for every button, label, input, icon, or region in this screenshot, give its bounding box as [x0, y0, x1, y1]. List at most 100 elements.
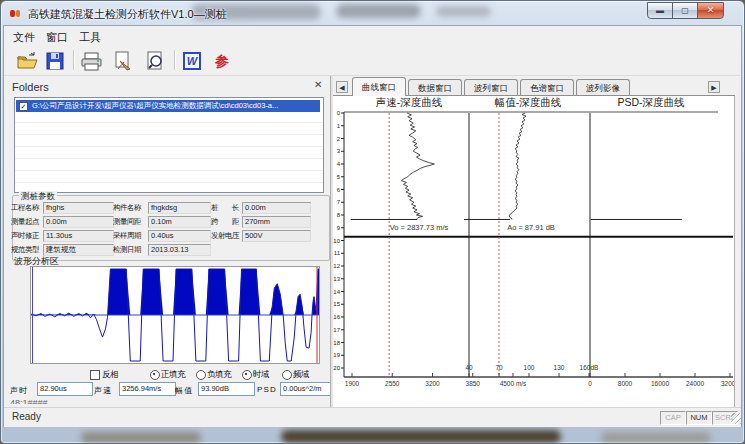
word-report-button[interactable]: W [180, 49, 204, 73]
param-value: 0.00m [43, 216, 114, 228]
time-domain-radio[interactable] [242, 370, 252, 380]
svg-text:16: 16 [333, 314, 340, 320]
save-button[interactable] [43, 49, 67, 73]
fill-negative-radio[interactable] [196, 370, 206, 380]
svg-text:2: 2 [337, 136, 341, 142]
svg-text:7: 7 [337, 199, 341, 205]
toolbar: W 参 [4, 46, 740, 76]
export-button[interactable] [110, 49, 136, 73]
svg-text:幅值-深度曲线: 幅值-深度曲线 [495, 96, 562, 108]
svg-text:100: 100 [524, 364, 535, 371]
status-cap: CAP [660, 411, 686, 425]
svg-text:11: 11 [334, 250, 341, 256]
tab-scroll-right[interactable]: ▶ [708, 81, 720, 93]
folder-item-checkbox[interactable]: ✓ [19, 102, 28, 111]
print-button[interactable] [79, 49, 105, 73]
svg-text:10: 10 [333, 238, 340, 244]
svg-text:40: 40 [465, 364, 473, 371]
glass-blur-artifact [81, 432, 201, 443]
param-label: 测量起点 [11, 217, 39, 227]
svg-text:2550: 2550 [385, 380, 400, 387]
fill-positive-radio[interactable] [150, 370, 160, 380]
menu-0[interactable]: 文件 [13, 30, 35, 45]
tab-3[interactable]: 色谱窗口 [520, 79, 574, 95]
minimize-button[interactable]: ▬ [647, 2, 673, 19]
menu-bar: 文件窗口工具 [4, 26, 740, 46]
wave-value-label: 声 时 [10, 385, 27, 396]
svg-text:4500 m/s: 4500 m/s [500, 380, 527, 387]
menu-1[interactable]: 窗口 [46, 30, 68, 45]
svg-text:PSD-深度曲线: PSD-深度曲线 [617, 96, 685, 108]
svg-text:17: 17 [333, 327, 340, 333]
freq-domain-label: 频域 [293, 369, 309, 381]
svg-text:Vo = 2837.73 m/s: Vo = 2837.73 m/s [390, 223, 449, 232]
wave-value-field[interactable]: 93.90dB [198, 382, 255, 396]
maximize-icon: ▢ [673, 3, 697, 18]
svg-text:0: 0 [588, 380, 592, 387]
invert-label: 反相 [102, 369, 118, 381]
wave-value-label: 声 速 [94, 385, 111, 396]
param-label: 桩 长 [211, 203, 239, 213]
print-preview-button[interactable] [142, 49, 168, 73]
svg-text:20: 20 [333, 365, 340, 371]
svg-text:3: 3 [337, 148, 341, 154]
resize-grip[interactable] [731, 413, 741, 424]
param-label: 检测日期 [113, 245, 141, 255]
param-label: 发射电压 [211, 231, 239, 241]
svg-text:3200: 3200 [425, 380, 440, 387]
minimize-icon: ▬ [648, 3, 672, 18]
svg-text:8: 8 [337, 212, 341, 218]
folder-item-selected[interactable]: ✓ G:\公司产品设计开发\超声仪器\超声仪实地检测数据调试\cd\cd03\c… [16, 100, 320, 112]
tab-0[interactable]: 曲线窗口 [352, 77, 406, 96]
parameters-char: 参 [210, 49, 234, 73]
param-value: 2013.03.13 [148, 244, 211, 256]
param-label: 测量间距 [113, 217, 141, 227]
param-value: fhghs [43, 202, 114, 214]
app-icon [10, 8, 24, 20]
menu-2[interactable]: 工具 [79, 30, 101, 45]
svg-text:4: 4 [337, 161, 341, 167]
param-label: 规范类型 [11, 245, 39, 255]
svg-text:14: 14 [333, 289, 340, 295]
svg-text:70: 70 [495, 364, 503, 371]
svg-text:130: 130 [554, 364, 565, 371]
freq-domain-radio[interactable] [282, 370, 292, 380]
param-label: 构件名称 [113, 203, 141, 213]
folders-close-icon[interactable]: ✕ [314, 79, 322, 90]
tab-4[interactable]: 波列影像 [576, 79, 630, 95]
depth-charts[interactable]: 01234567891011121314151617181920声速-深度曲线1… [333, 96, 735, 407]
svg-text:12: 12 [333, 263, 340, 269]
svg-text:0: 0 [337, 110, 341, 116]
wave-value-field[interactable]: 0.00us^2/m [280, 382, 335, 396]
tab-1[interactable]: 数据窗口 [408, 79, 462, 95]
tab-scroll-left[interactable]: ◀ [336, 81, 348, 93]
param-value: 0.40us [148, 230, 211, 242]
svg-text:3850: 3850 [466, 380, 481, 387]
param-value: 500V [242, 230, 311, 242]
open-file-button[interactable] [15, 49, 39, 73]
svg-text:声速-深度曲线: 声速-深度曲线 [376, 96, 443, 108]
chart-panel: ◀ ▶ 曲线窗口数据窗口波列窗口色谱窗口波列影像 012345678910111… [333, 76, 735, 407]
waveform-chart[interactable] [30, 266, 320, 364]
folders-panel-title: Folders [12, 81, 49, 93]
param-value: fhgkdsg [148, 202, 211, 214]
folder-item-path: G:\公司产品设计开发\超声仪器\超声仪实地检测数据调试\cd\cd03\cd0… [32, 100, 278, 112]
svg-text:13: 13 [333, 276, 340, 282]
svg-text:160dB: 160dB [580, 364, 599, 371]
parameters-button[interactable]: 参 [210, 49, 234, 73]
close-button[interactable]: ✕ [697, 2, 724, 19]
folder-list[interactable]: ✓ G:\公司产品设计开发\超声仪器\超声仪实地检测数据调试\cd\cd03\c… [14, 97, 324, 193]
svg-text:6: 6 [337, 187, 341, 193]
maximize-button[interactable]: ▢ [672, 2, 698, 19]
time-domain-label: 时域 [253, 369, 269, 381]
status-num: NUM [686, 411, 712, 425]
svg-text:8000: 8000 [618, 380, 633, 387]
tab-2[interactable]: 波列窗口 [464, 79, 518, 95]
wave-value-field[interactable]: 3256.94m/s [119, 382, 176, 396]
param-value: 0.10m [148, 216, 211, 228]
wave-value-label: P S D [257, 385, 275, 394]
invert-checkbox[interactable] [90, 370, 100, 380]
svg-text:24000: 24000 [686, 380, 704, 387]
param-label: 采样周期 [113, 231, 141, 241]
wave-value-field[interactable]: 82.90us [37, 382, 93, 396]
